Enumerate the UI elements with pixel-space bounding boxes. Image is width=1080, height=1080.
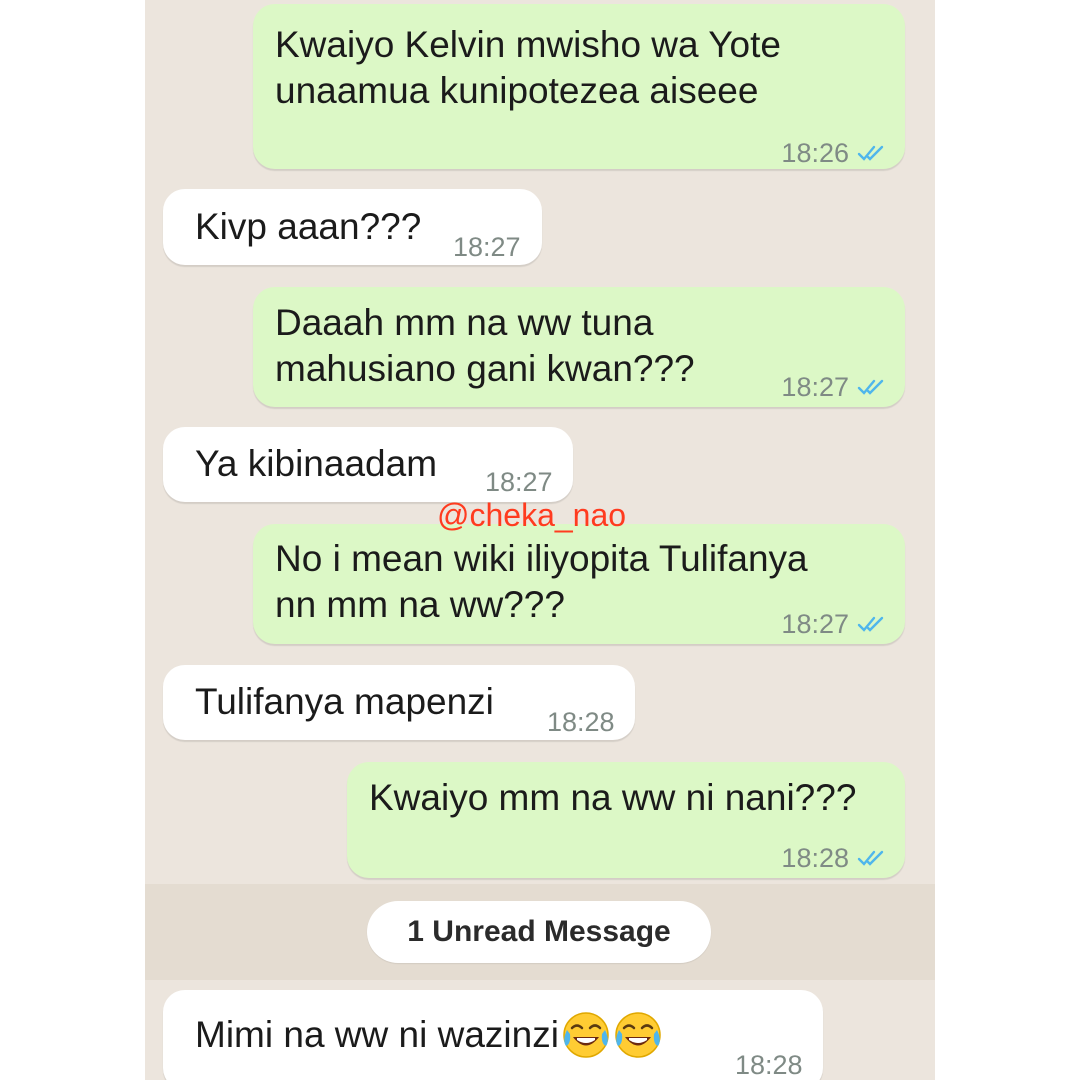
message-text: Daaah mm na ww tuna mahusiano gani kwan?… xyxy=(275,300,695,392)
message-time: 18:28 xyxy=(547,707,615,737)
message-line: Mimi na ww ni wazinzi xyxy=(195,1014,559,1055)
message-text: Mimi na ww ni wazinzi xyxy=(195,1010,663,1060)
read-ticks-icon xyxy=(857,614,887,634)
message-time: 18:26 xyxy=(781,138,849,168)
message-text: Kwaiyo Kelvin mwisho wa Yote unaamua kun… xyxy=(275,22,781,114)
unread-messages-badge: 1 Unread Message xyxy=(367,901,711,963)
message-line: Kivp aaan??? xyxy=(195,206,422,247)
message-bubble-outgoing[interactable]: No i mean wiki iliyopita Tulifanya nn mm… xyxy=(253,524,905,644)
message-text: Tulifanya mapenzi xyxy=(195,679,494,725)
message-time: 18:27 xyxy=(781,609,849,639)
message-bubble-outgoing[interactable]: Kwaiyo mm na ww ni nani??? 18:28 xyxy=(347,762,905,878)
message-text: Kwaiyo mm na ww ni nani??? xyxy=(369,775,856,821)
message-meta: 18:26 xyxy=(781,130,887,176)
message-meta: 18:28 xyxy=(735,1042,803,1080)
message-line: nn mm na ww??? xyxy=(275,584,565,625)
chat-area[interactable]: Kwaiyo Kelvin mwisho wa Yote unaamua kun… xyxy=(145,0,935,1080)
message-meta: 18:27 xyxy=(781,364,887,410)
message-text: No i mean wiki iliyopita Tulifanya nn mm… xyxy=(275,536,808,628)
face-with-tears-of-joy-icon xyxy=(613,1010,663,1060)
message-line: Kwaiyo mm na ww ni nani??? xyxy=(369,777,857,818)
read-ticks-icon xyxy=(857,848,887,868)
message-bubble-incoming[interactable]: Mimi na ww ni wazinzi 18:28 xyxy=(163,990,823,1080)
message-time: 18:27 xyxy=(781,372,849,402)
face-with-tears-of-joy-icon xyxy=(561,1010,611,1060)
message-line: No i mean wiki iliyopita Tulifanya xyxy=(275,538,808,579)
message-text: Ya kibinaadam xyxy=(195,441,437,487)
message-bubble-outgoing[interactable]: Kwaiyo Kelvin mwisho wa Yote unaamua kun… xyxy=(253,4,905,169)
message-time: 18:28 xyxy=(735,1050,803,1080)
unread-divider: 1 Unread Message xyxy=(145,884,935,980)
message-bubble-outgoing[interactable]: Daaah mm na ww tuna mahusiano gani kwan?… xyxy=(253,287,905,407)
message-meta: 18:27 xyxy=(781,601,887,647)
message-line: Ya kibinaadam xyxy=(195,443,438,484)
message-line: Tulifanya mapenzi xyxy=(195,681,494,722)
message-meta: 18:28 xyxy=(547,699,615,745)
message-line: unaamua kunipotezea aiseee xyxy=(275,70,759,111)
message-bubble-incoming[interactable]: Ya kibinaadam 18:27 xyxy=(163,427,573,502)
message-time: 18:28 xyxy=(781,843,849,873)
message-bubble-incoming[interactable]: Tulifanya mapenzi 18:28 xyxy=(163,665,635,740)
watermark-handle: @cheka_nao xyxy=(437,497,627,533)
message-bubble-incoming[interactable]: Kivp aaan??? 18:27 xyxy=(163,189,542,265)
message-line: Kwaiyo Kelvin mwisho wa Yote xyxy=(275,24,781,65)
read-ticks-icon xyxy=(857,143,887,163)
read-ticks-icon xyxy=(857,377,887,397)
message-time: 18:27 xyxy=(453,232,521,262)
message-line: mahusiano gani kwan??? xyxy=(275,348,695,389)
message-line: Daaah mm na ww tuna xyxy=(275,302,654,343)
message-text: Kivp aaan??? xyxy=(195,204,421,250)
message-meta: 18:28 xyxy=(781,835,887,881)
message-meta: 18:27 xyxy=(453,224,521,270)
